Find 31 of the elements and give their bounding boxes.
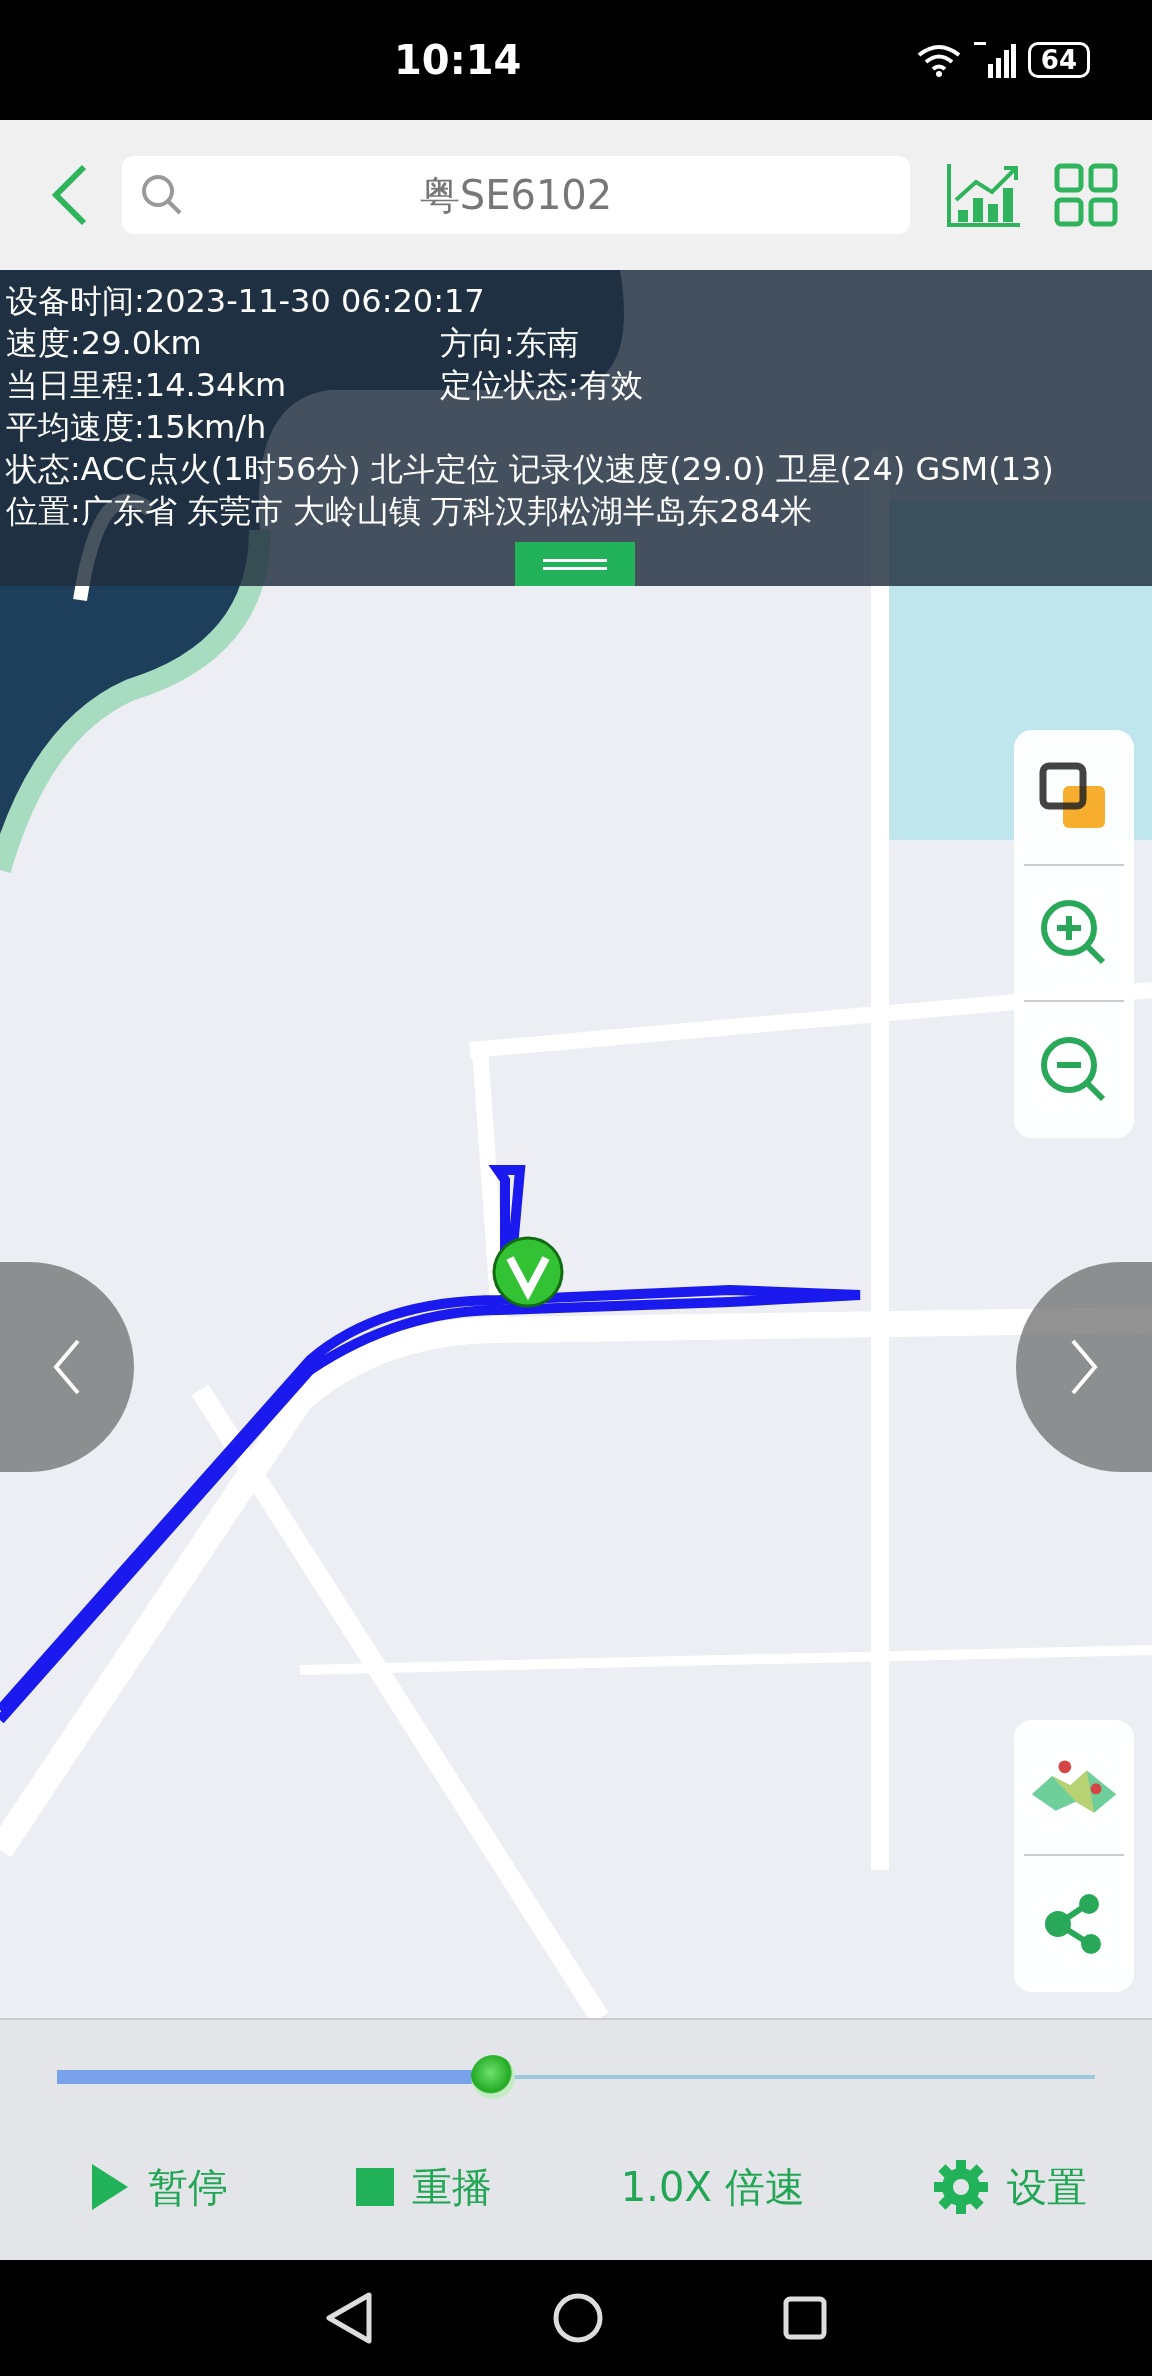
settings-button[interactable]: 设置 xyxy=(933,2159,1087,2215)
info-text: 定位状态:有效 xyxy=(440,365,644,406)
vehicle-marker-icon xyxy=(492,1236,564,1308)
chevron-left-icon xyxy=(52,1339,82,1395)
search-icon xyxy=(140,173,184,217)
home-nav-icon[interactable] xyxy=(553,2293,603,2343)
info-text: 平均速度:15km/h xyxy=(6,408,267,446)
collapse-handle[interactable] xyxy=(515,542,635,586)
back-nav-icon[interactable] xyxy=(325,2291,373,2345)
play-button[interactable]: 暂停 xyxy=(90,2159,228,2215)
battery-level: 64 xyxy=(1027,42,1090,78)
wifi-icon xyxy=(915,43,962,77)
info-text: 位置:广东省 东莞市 大岭山镇 万科汉邦松湖半岛东284米 xyxy=(6,492,813,530)
grid-menu-icon[interactable] xyxy=(1054,163,1118,227)
info-text: 设备时间:2023-11-30 06:20:17 xyxy=(6,282,485,320)
slider-thumb[interactable] xyxy=(470,2055,515,2099)
info-text: 当日里程:14.34km xyxy=(6,365,288,406)
info-text: 速度:29.0km xyxy=(6,323,203,364)
speed-button[interactable]: 1.0X 倍速 xyxy=(620,2159,805,2215)
info-text: 方向:东南 xyxy=(440,323,580,364)
play-icon xyxy=(90,2162,130,2212)
stop-icon xyxy=(356,2168,395,2206)
signal-icon xyxy=(973,42,1016,78)
stop-button[interactable]: 重播 xyxy=(356,2159,493,2215)
status-time: 10:14 xyxy=(394,37,522,83)
info-text: 状态:ACC点火(1时56分) 北斗定位 记录仪速度(29.0) 卫星(24) GSM(13) xyxy=(6,450,1054,488)
settings-icon xyxy=(933,2159,989,2215)
chart-icon[interactable] xyxy=(946,162,1022,228)
chevron-right-icon xyxy=(1069,1339,1099,1395)
search-field[interactable]: 粤SE6102 xyxy=(122,156,910,234)
recents-nav-icon[interactable] xyxy=(783,2296,827,2340)
